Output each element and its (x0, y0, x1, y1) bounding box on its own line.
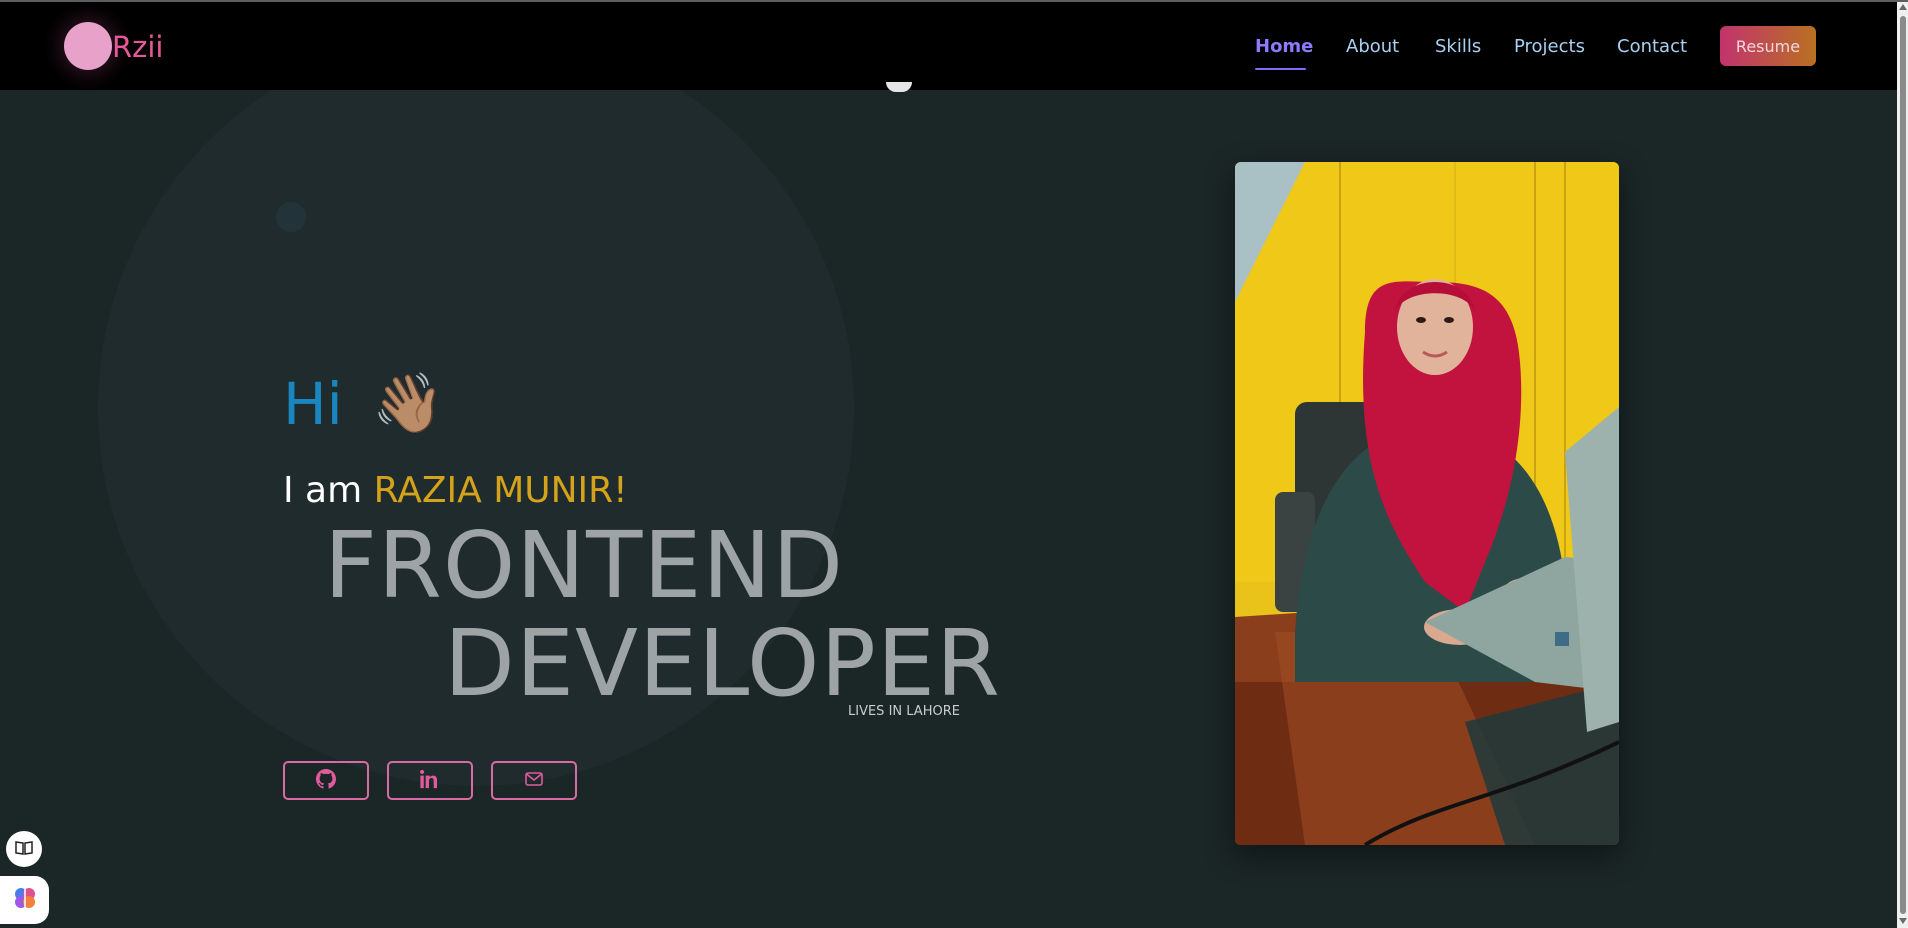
hero-section: Hi 👋🏽 I am RAZIA MUNIR! FRONTEND DEVELOP… (0, 0, 1908, 928)
hero-name: RAZIA MUNIR! (373, 470, 628, 511)
linkedin-button[interactable] (387, 761, 473, 800)
brand-logo-text[interactable]: Rzii (112, 30, 164, 64)
nav-link-home[interactable]: Home (1255, 36, 1313, 57)
nav-link-skills[interactable]: Skills (1435, 36, 1481, 57)
scroll-down-arrow-icon[interactable] (1899, 918, 1907, 924)
navbar: Rzii Home About Skills Projects Contact … (0, 2, 1908, 90)
email-button[interactable] (491, 761, 577, 800)
resume-button[interactable]: Resume (1720, 26, 1816, 66)
nav-link-about[interactable]: About (1346, 36, 1399, 57)
intro-prefix: I am (283, 470, 363, 511)
nav-active-underline (1255, 68, 1306, 70)
github-icon (316, 768, 336, 793)
mail-icon (525, 771, 543, 790)
linkedin-icon (420, 769, 440, 793)
profile-photo-illustration (1235, 162, 1619, 845)
title-frontend: FRONTEND (324, 512, 845, 619)
scroll-up-arrow-icon[interactable] (1899, 4, 1907, 10)
logo-circle[interactable] (64, 22, 112, 70)
nav-link-contact[interactable]: Contact (1617, 36, 1687, 57)
profile-photo (1235, 162, 1619, 845)
github-button[interactable] (283, 761, 369, 800)
greeting-text: Hi (283, 370, 343, 438)
location-text: LIVES IN LAHORE (848, 704, 960, 719)
book-icon (15, 840, 33, 859)
ai-assistant-button[interactable] (0, 876, 49, 924)
intro-line: I am RAZIA MUNIR! (283, 470, 628, 511)
scrollbar-thumb[interactable] (1900, 16, 1906, 914)
nav-link-projects[interactable]: Projects (1514, 36, 1585, 57)
brain-icon (12, 885, 38, 915)
wave-hand-icon: 👋🏽 (372, 369, 445, 437)
reader-mode-button[interactable] (6, 831, 42, 867)
title-developer: DEVELOPER (444, 610, 1001, 717)
